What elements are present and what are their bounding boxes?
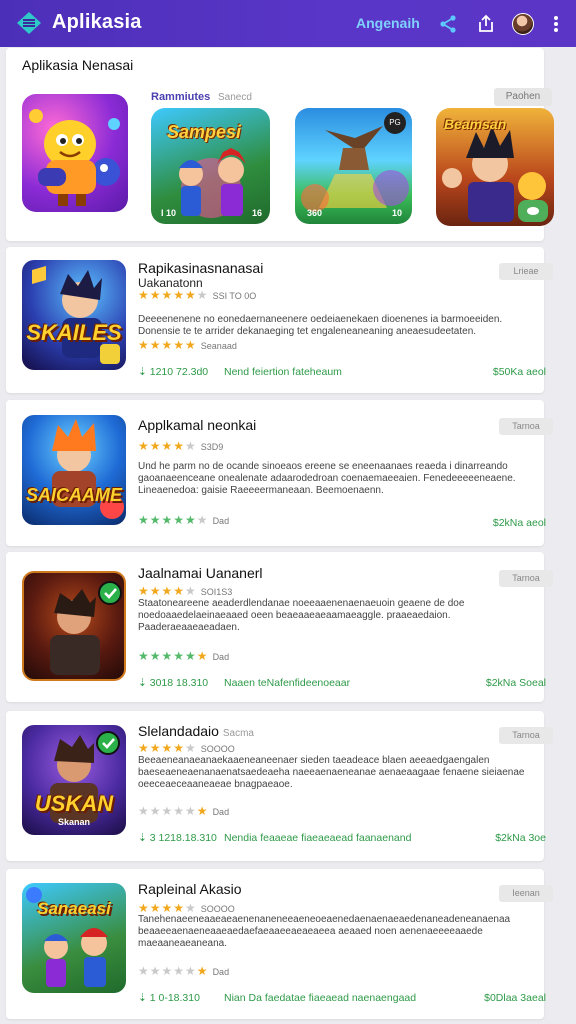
download-count: ⇣ 3018 18.310 <box>138 677 209 689</box>
app-action-button[interactable]: Tarnoa <box>499 418 553 435</box>
download-icon: ⇣ <box>138 832 147 844</box>
star-rating: ★★★★★★ SSI TO 0O <box>138 288 257 302</box>
featured-app-icon[interactable]: PG 360 10 <box>295 108 412 224</box>
app-thumbnail-title: USKAN <box>34 791 114 816</box>
app-thumbnail: SAICAAME <box>22 415 126 525</box>
app-thumbnail-title: SKAILES <box>26 320 122 345</box>
avatar[interactable] <box>512 13 534 35</box>
featured-stat: 360 <box>307 208 323 218</box>
app-name: Applkamal neonkai <box>138 417 257 433</box>
app-title: Aplikasia <box>52 11 142 33</box>
featured-app-title: Beamsan <box>444 116 507 132</box>
app-action-button[interactable]: Ieenan <box>499 885 553 902</box>
app-card[interactable]: SAICAAME Applkamal neonkai ★★★★★ S3D9 Und… <box>6 400 553 546</box>
app-action-button[interactable]: Lrieae <box>499 263 553 280</box>
featured-app-title: Sampesi <box>167 122 242 142</box>
star-rating: ★★★★★ SOI1S3 <box>138 584 233 598</box>
app-category: Naaen teNafenfideenoeaar <box>224 677 351 689</box>
download-icon: ⇣ <box>138 677 147 689</box>
featured-app-icon[interactable] <box>22 94 128 212</box>
app-thumbnail: SKAILES <box>22 260 126 370</box>
featured-stat: 16 <box>251 208 262 218</box>
app-description: Tanehenaeeneaaeaeaenenaneneeaeneoeaeneda… <box>138 914 511 949</box>
featured-stat: I 10 <box>161 208 177 218</box>
app-description: Staatoneareene aeaderdlendanae noeeaaene… <box>138 598 465 633</box>
share-icon[interactable] <box>436 12 460 36</box>
secondary-rating: ★★★★★★ Dad <box>138 804 230 818</box>
download-count: ⇣ 3 1218.18.310 <box>138 832 217 844</box>
app-card[interactable]: Sanaeasi Rapleinal Akasio ★★★★★ SOOOO Tan… <box>6 869 553 1019</box>
featured-subtitle-secondary: Sanecd <box>218 92 252 103</box>
featured-chip: PG <box>384 112 406 134</box>
export-icon[interactable] <box>474 12 498 36</box>
app-action-button[interactable]: Tarnoa <box>499 570 553 587</box>
secondary-rating: ★★★★★ Seanaad <box>138 338 237 352</box>
app-price: $50Ka aeol <box>492 366 546 378</box>
star-rating: ★★★★★ SOOOO <box>138 901 235 915</box>
app-description: Beeaeneanaeanaekaaeneaneenaer sieden tae… <box>138 755 525 790</box>
app-name: Rapikasinasnanasai <box>138 260 264 276</box>
app-category: Nian Da faedatae fiaeaead naenaengaad <box>224 992 417 1004</box>
app-price: $2kNa Soeal <box>485 677 546 689</box>
app-category: Nendia feaaeae fiaeaeaead faanaenand <box>224 832 412 844</box>
app-thumbnail <box>22 571 126 681</box>
download-count: ⇣ 1210 72.3d0 <box>138 366 209 378</box>
app-description: Deeeenenene no eonedaernaneenere oedeiae… <box>138 314 503 337</box>
app-thumbnail-title: Sanaeasi <box>37 899 111 918</box>
featured-subtitle: Rammiutes <box>151 91 211 103</box>
app-price: $2kNa 3oe <box>495 832 546 844</box>
more-vert-icon[interactable] <box>544 12 568 36</box>
featured-section: Aplikasia Nenasai Rammiutes Sanecd Paohe… <box>6 48 554 241</box>
download-icon: ⇣ <box>138 992 147 1004</box>
app-bar: Aplikasia Angenaih <box>0 0 576 47</box>
star-rating: ★★★★★ SOOOO <box>138 741 235 755</box>
app-thumbnail: USKAN Skanan <box>22 725 126 835</box>
download-icon: ⇣ <box>138 366 147 378</box>
app-price: $0Dlaa 3aeal <box>484 992 546 1004</box>
featured-title: Aplikasia Nenasai <box>22 57 134 73</box>
chat-icon <box>518 200 548 222</box>
featured-app-icon[interactable]: Beamsan <box>436 108 554 226</box>
appbar-action-link[interactable]: Angenaih <box>356 15 420 31</box>
app-thumbnail: Sanaeasi <box>22 883 126 993</box>
secondary-rating: ★★★★★★ Dad <box>138 964 230 978</box>
app-name: Jaalnamai Uananerl <box>138 565 263 581</box>
app-description: Und he parm no de ocande sinoeaos ereene… <box>138 461 516 496</box>
app-card[interactable]: USKAN Skanan Slelandadaio Sacma ★★★★★ SOO… <box>6 711 553 861</box>
secondary-rating: ★★★★★★ Dad <box>138 513 230 527</box>
app-subtitle: Sacma <box>222 728 254 739</box>
star-rating: ★★★★★ S3D9 <box>138 439 224 453</box>
app-category: Nend feiertion fateheaum <box>224 366 342 378</box>
app-price: $2kNa aeol <box>492 517 546 529</box>
app-thumbnail-subtitle: Skanan <box>57 817 90 827</box>
app-name: Slelandadaio Sacma <box>138 723 254 739</box>
menu-logo-icon[interactable] <box>16 11 42 35</box>
app-card[interactable]: SKAILES Rapikasinasnanasai Uakanatonn ★★… <box>6 247 553 393</box>
app-thumbnail-title: SAICAAME <box>25 485 122 505</box>
app-card[interactable]: Jaalnamai Uananerl ★★★★★ SOI1S3 Staatonea… <box>6 552 553 702</box>
featured-more-button[interactable]: Paohen <box>494 88 552 106</box>
app-action-button[interactable]: Tarnoa <box>499 727 553 744</box>
featured-stat: 10 <box>391 208 402 218</box>
app-name: Rapleinal Akasio <box>138 881 242 897</box>
secondary-rating: ★★★★★★ Dad <box>138 649 230 663</box>
featured-app-icon[interactable]: Sampesi I 10 16 <box>151 108 270 224</box>
download-count: ⇣ 1 0-18.310 <box>138 992 200 1004</box>
